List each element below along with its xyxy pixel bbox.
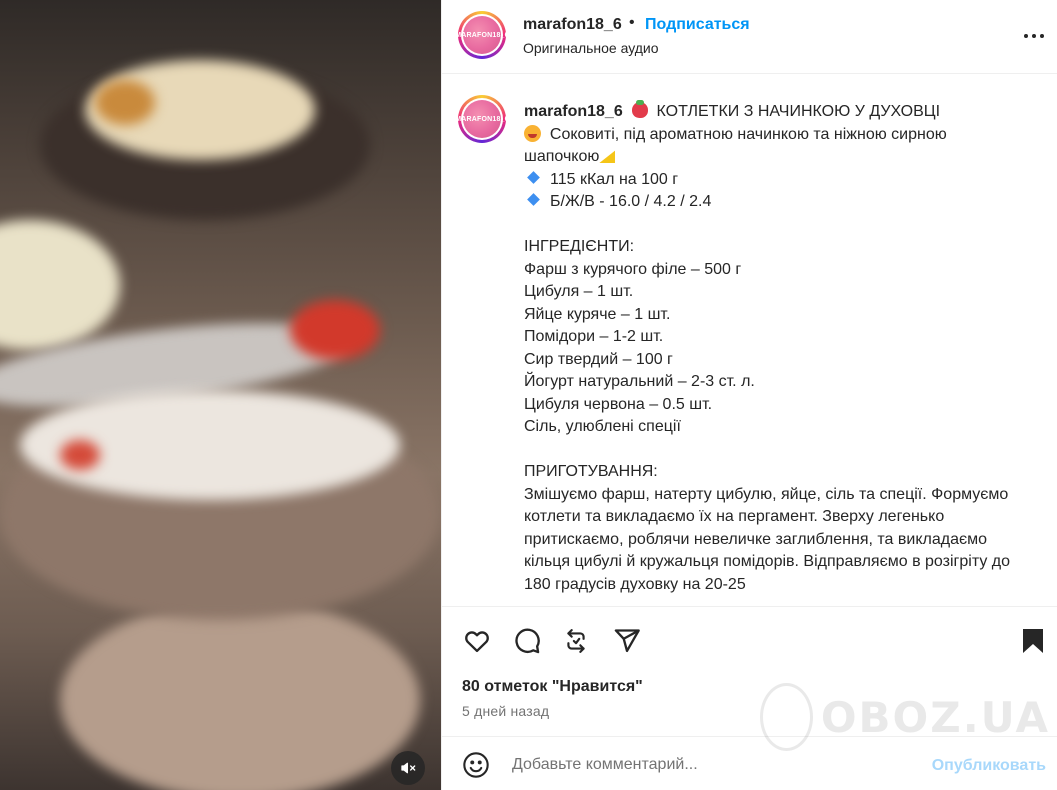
food-shape	[0, 220, 120, 350]
smile-emoji-icon	[524, 124, 541, 142]
username-link[interactable]: marafon18_6	[523, 16, 622, 34]
ingredient-item: Цибуля червона – 0.5 шт.	[524, 395, 713, 413]
publish-button[interactable]: Опубликовать	[932, 757, 1046, 775]
avatar[interactable]: MARAFON18_6	[455, 11, 509, 59]
comment-bar: Опубликовать	[442, 736, 1057, 790]
caption-kcal: 115 кКал на 100 г	[550, 170, 679, 188]
separator-dot: •	[629, 14, 635, 31]
steps-header: ПРИГОТУВАННЯ:	[524, 463, 658, 480]
bookmark-icon	[1023, 629, 1043, 653]
ingredients-header: ІНГРЕДІЄНТИ:	[524, 238, 635, 255]
caption-text: marafon18_6 КОТЛЕТКИ З НАЧИНКОЮ У ДУХОВЦ…	[524, 100, 1024, 596]
food-shape	[60, 600, 420, 790]
steps-text: Змішуємо фарш, натерту цибулю, яйце, сіл…	[524, 485, 1015, 593]
ingredient-item: Яйце куряче – 1 шт.	[524, 305, 671, 323]
likes-count[interactable]: 80 отметок "Нравится"	[462, 678, 643, 696]
audio-link[interactable]: Оригинальное аудио	[523, 40, 659, 56]
food-shape	[290, 300, 380, 360]
send-icon	[614, 629, 640, 653]
caption-section: MARAFON18_6 marafon18_6 КОТЛЕТКИ З НАЧИН…	[442, 75, 1057, 605]
like-button[interactable]	[460, 624, 494, 658]
repost-button[interactable]	[559, 624, 593, 658]
food-shape	[60, 440, 100, 470]
post-header: MARAFON18_6 marafon18_6 • Подписаться Ор…	[442, 0, 1057, 74]
post-date[interactable]: 5 дней назад	[462, 703, 549, 719]
ingredient-item: Фарш з курячого філе – 500 г	[524, 260, 742, 278]
more-options-button[interactable]	[1019, 24, 1049, 48]
ingredient-item: Цибуля – 1 шт.	[524, 283, 634, 300]
save-button[interactable]	[1016, 624, 1050, 658]
post-video[interactable]	[0, 0, 441, 790]
ingredient-item: Йогурт натуральний – 2-3 ст. л.	[524, 373, 755, 390]
cheese-emoji-icon	[599, 150, 616, 163]
strawberry-emoji-icon	[631, 100, 648, 118]
diamond-bullet-icon	[527, 193, 540, 206]
repost-icon	[567, 629, 585, 653]
follow-button[interactable]: Подписаться	[645, 16, 750, 34]
caption-bju: Б/Ж/В - 16.0 / 4.2 / 2.4	[550, 193, 712, 210]
caption-username[interactable]: marafon18_6	[524, 103, 623, 120]
ingredient-item: Помідори – 1-2 шт.	[524, 328, 664, 345]
ingredient-item: Сир твердий – 100 г	[524, 350, 673, 368]
caption-title: КОТЛЕТКИ З НАЧИНКОЮ У ДУХОВЦІ	[656, 103, 941, 120]
muted-speaker-icon	[401, 762, 416, 774]
action-bar: 80 отметок "Нравится" 5 дней назад	[442, 606, 1057, 736]
heart-icon	[465, 631, 489, 653]
comment-button[interactable]	[510, 624, 544, 658]
ingredient-item: Сіль, улюблені спеції	[524, 418, 681, 435]
diamond-bullet-icon	[527, 170, 540, 184]
comment-input[interactable]	[512, 751, 912, 779]
comment-icon	[515, 628, 540, 654]
share-button[interactable]	[610, 624, 644, 658]
emoji-button[interactable]	[462, 751, 490, 779]
more-icon	[1024, 34, 1044, 38]
post-panel: MARAFON18_6 marafon18_6 • Подписаться Ор…	[441, 0, 1057, 790]
emoji-icon	[463, 752, 489, 778]
food-shape	[95, 80, 155, 125]
caption-intro: Соковиті, під ароматною начинкою та ніжн…	[524, 125, 952, 166]
mute-button[interactable]	[391, 751, 425, 785]
caption-avatar[interactable]: MARAFON18_6	[455, 95, 509, 143]
